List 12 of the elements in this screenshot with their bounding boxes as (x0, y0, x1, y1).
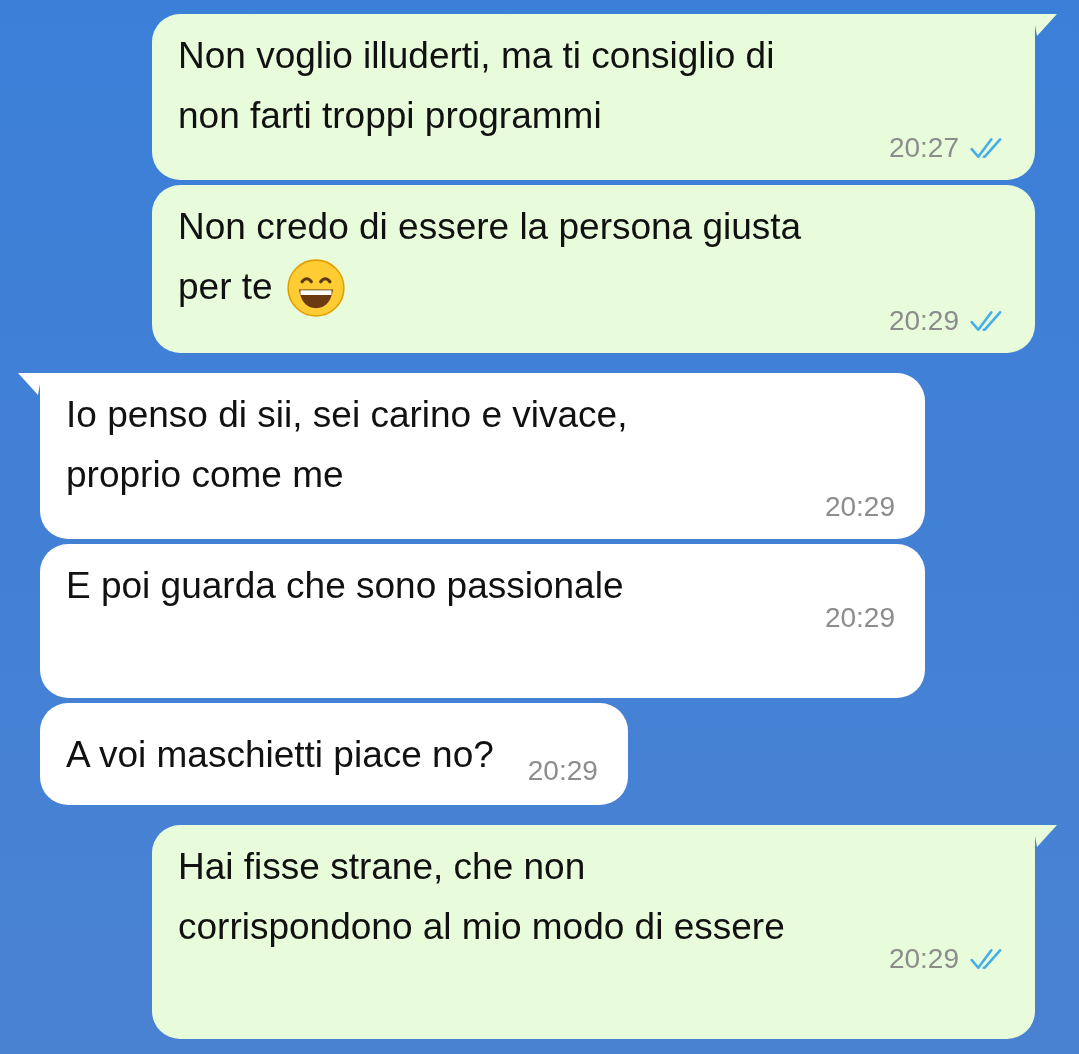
message-time: 20:29 (527, 754, 598, 787)
message-text: Io penso di sii, sei carino e vivace, proprio come me (66, 393, 628, 495)
message-text: A voi maschietti piace no? (66, 733, 494, 775)
message-time: 20:29 (824, 601, 895, 634)
message-text: E poi guarda che sono passionale (66, 564, 624, 606)
message-text: Non credo di essere la persona giusta per te (178, 206, 802, 307)
message-time: 20:29 (824, 490, 895, 523)
message-text: Hai fisse strane, che non corrispondono al mio modo di essere (178, 845, 785, 947)
message-time: 20:27 (888, 132, 959, 164)
message-text: Non voglio illuderti, ma ti consiglio di non farti troppi programmi (178, 35, 775, 136)
message-time: 20:29 (888, 304, 959, 337)
message-time: 20:29 (888, 942, 959, 975)
